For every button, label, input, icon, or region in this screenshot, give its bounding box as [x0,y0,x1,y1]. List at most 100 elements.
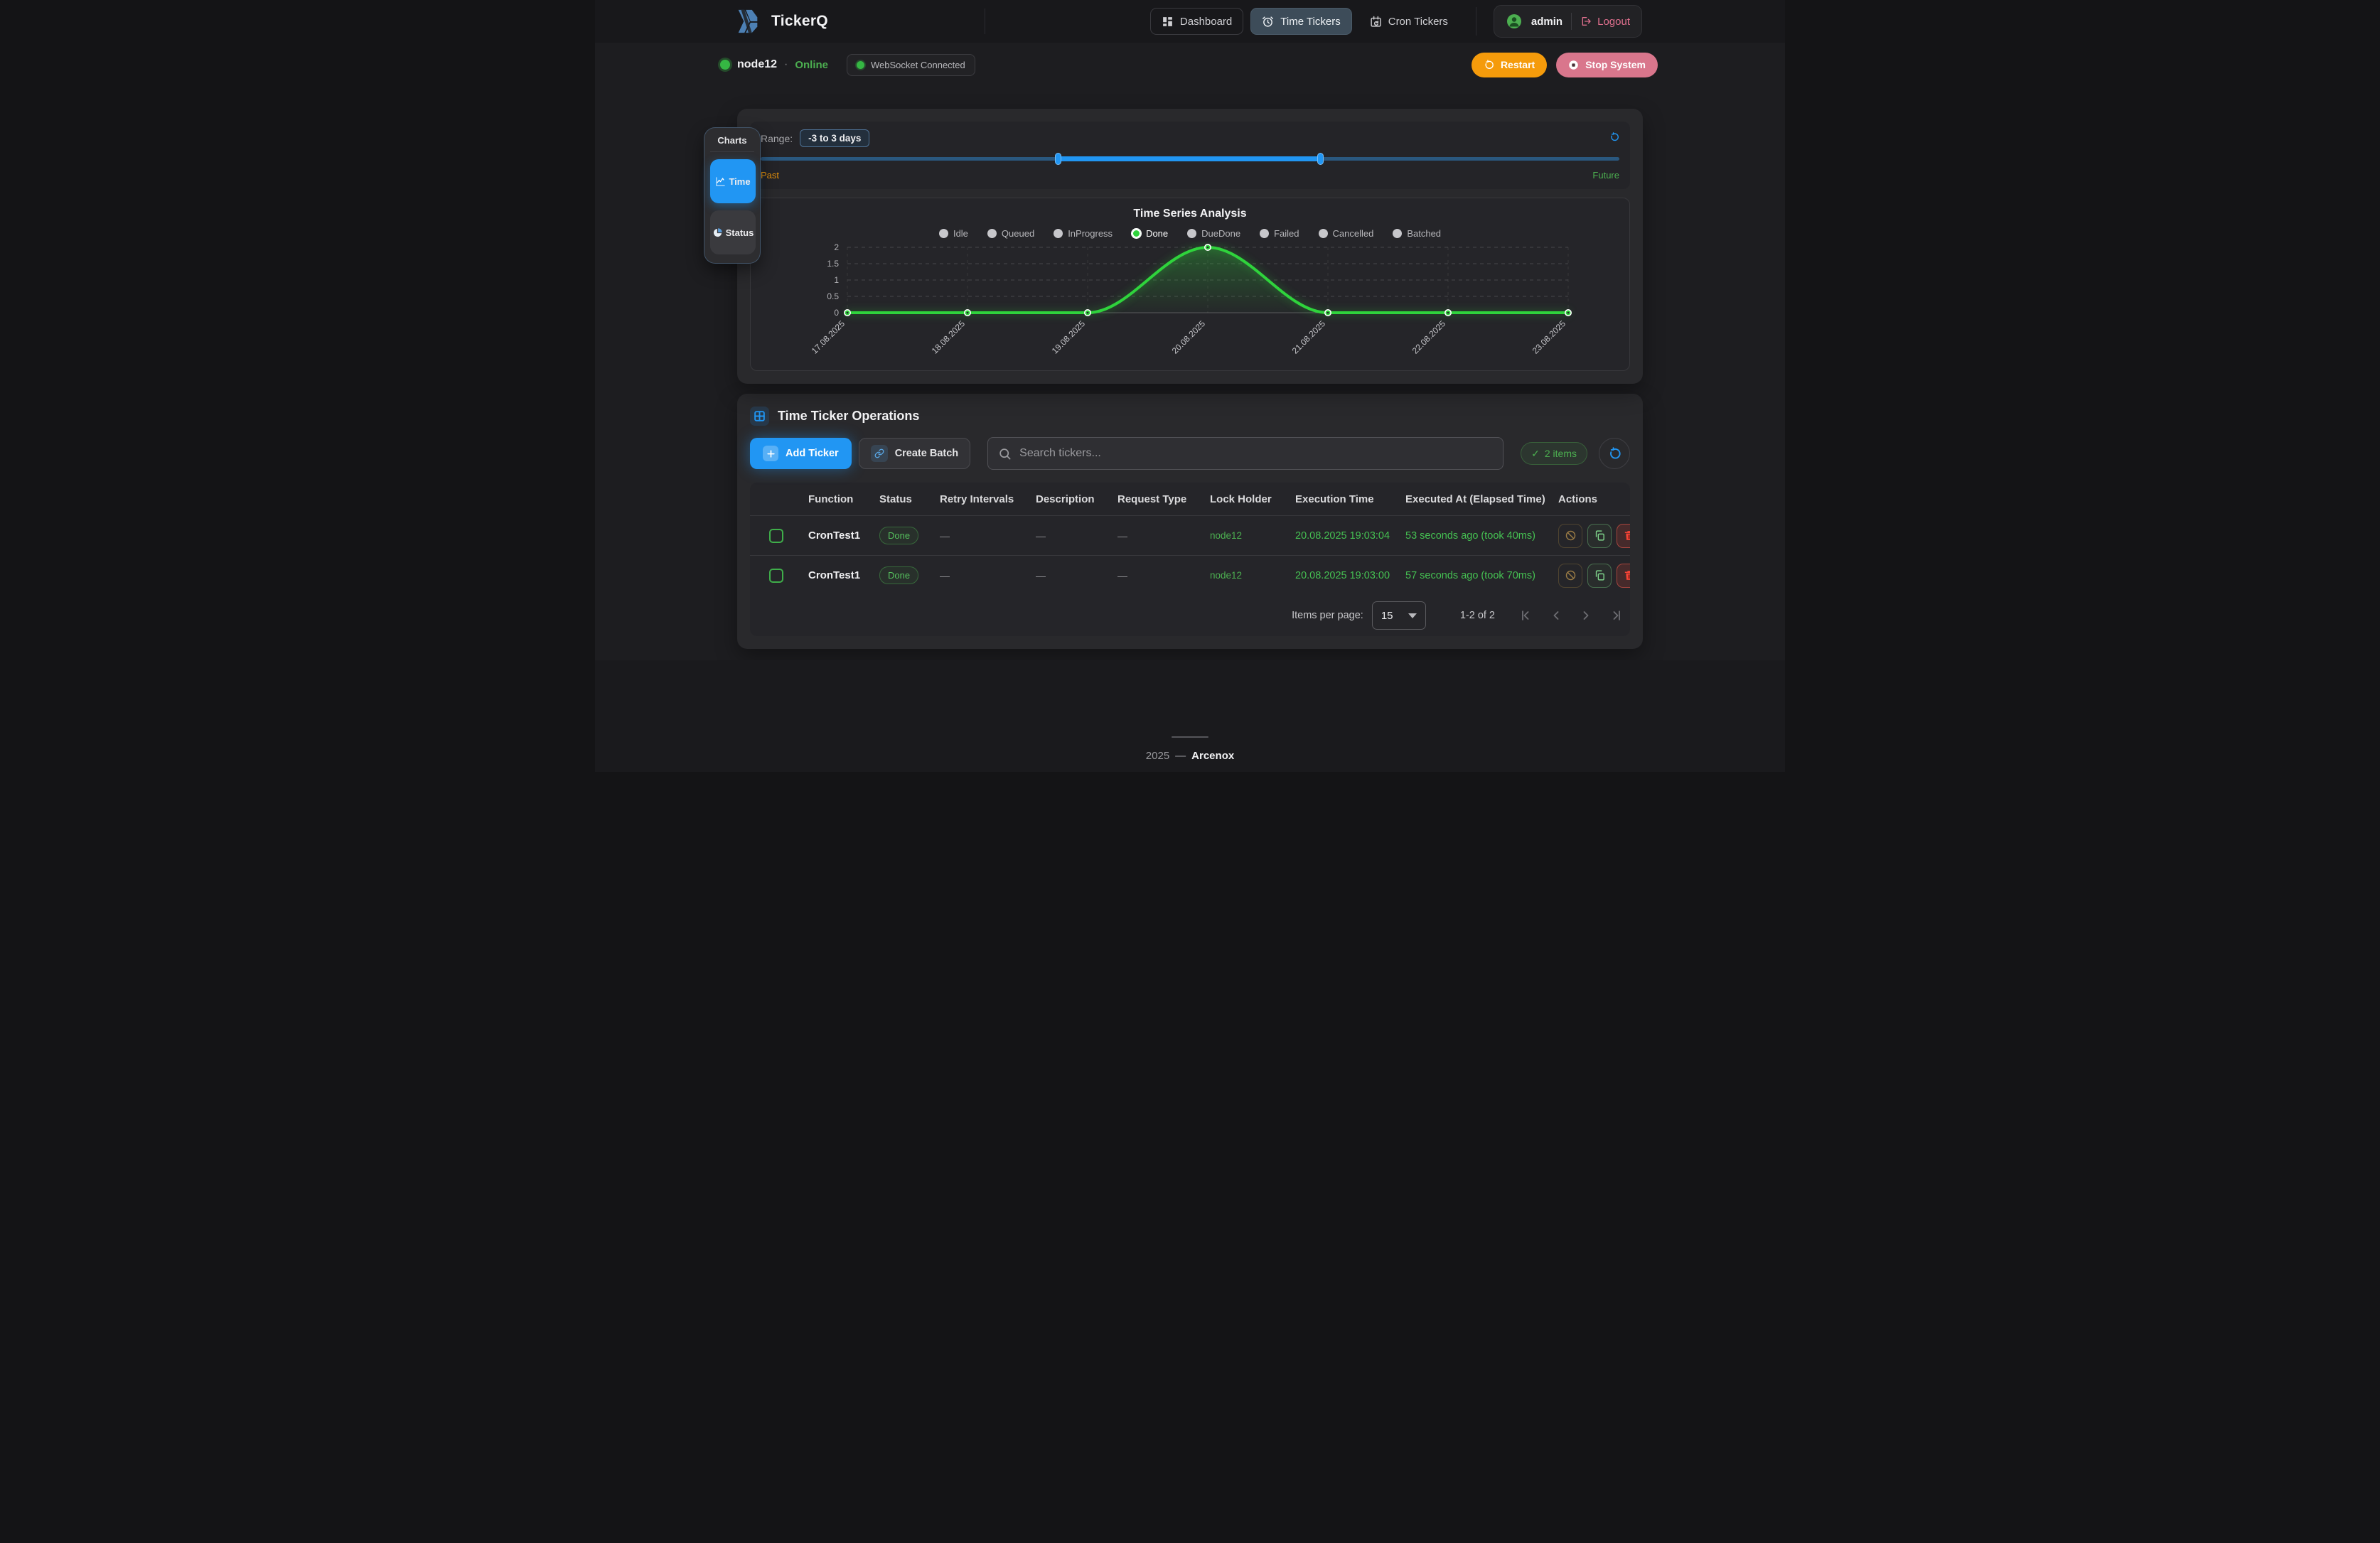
dashboard-icon [1162,16,1174,28]
search-box [987,437,1503,470]
delete-ticker-button[interactable] [1617,524,1630,548]
node-separator: · [784,58,788,71]
cell-executed-at: 57 seconds ago (took 70ms) [1397,570,1550,581]
header-function: Function [800,493,871,505]
header-executed-at: Executed At (Elapsed Time) [1397,493,1550,505]
svg-text:0.5: 0.5 [827,291,839,301]
header-status: Status [871,493,931,505]
alarm-clock-icon [1262,16,1274,28]
tickerq-logo-icon [734,8,761,35]
table-row: CronTest1 Done — — — node12 20.08.2025 1… [750,515,1630,555]
cancel-ticker-button[interactable] [1558,524,1582,548]
legend-item-inprogress[interactable]: InProgress [1054,228,1113,239]
add-ticker-button[interactable]: Add Ticker [750,438,852,469]
nav-dashboard[interactable]: Dashboard [1150,8,1243,35]
footer-text: 2025 — Arcenox [1146,750,1234,762]
user-avatar-icon [1506,13,1523,30]
app-title: TickerQ [771,13,828,30]
range-value-chip[interactable]: -3 to 3 days [800,129,869,147]
page-size-value: 15 [1381,610,1393,622]
page: TickerQ Dashboard Time T [595,0,1785,772]
legend-item-duedone[interactable]: DueDone [1187,228,1240,239]
delete-ticker-button[interactable] [1617,564,1630,588]
websocket-label: WebSocket Connected [871,60,965,70]
legend-item-batched[interactable]: Batched [1393,228,1441,239]
chevron-right-icon [1579,608,1593,623]
restart-button[interactable]: Restart [1472,53,1547,77]
operations-header: Time Ticker Operations [750,407,1630,426]
slider-selected-range[interactable] [1058,156,1321,161]
charts-sidebar: Charts Time Status [704,127,761,264]
logout-label: Logout [1597,16,1630,28]
chart-card: Charts Time Status [737,109,1643,384]
next-page-button[interactable] [1579,608,1593,623]
tickers-table: Function Status Retry Intervals Descript… [750,483,1630,636]
svg-text:0: 0 [834,308,839,318]
slider-handle-start[interactable] [1055,153,1061,165]
duplicate-ticker-button[interactable] [1587,564,1612,588]
legend-dot-icon [1054,229,1063,238]
refresh-table-button[interactable] [1599,438,1630,469]
header-retry-intervals: Retry Intervals [931,493,1027,505]
cell-lock-holder: node12 [1201,570,1287,581]
system-actions: Restart Stop System [1472,53,1658,77]
create-batch-button[interactable]: Create Batch [859,438,970,469]
page-footer: 2025 — Arcenox [595,660,1785,772]
legend-dot-icon [939,229,948,238]
svg-text:20.08.2025: 20.08.2025 [1170,318,1208,356]
nav-time-tickers[interactable]: Time Tickers [1250,8,1351,35]
page-size-select[interactable]: 15 [1372,601,1426,630]
first-page-button[interactable] [1519,608,1533,623]
footer-brand: Arcenox [1191,750,1234,762]
websocket-status-pill: WebSocket Connected [847,54,975,76]
cell-execution-time: 20.08.2025 19:03:04 [1287,530,1397,542]
logout-button[interactable]: Logout [1580,16,1630,28]
chevron-down-icon [1408,613,1417,618]
legend-dot-icon [1132,229,1141,238]
nav-cron-tickers[interactable]: Cron Tickers [1359,8,1459,35]
duplicate-ticker-button[interactable] [1587,524,1612,548]
chart-panel: Time Series Analysis Idle Queued InProgr… [750,198,1630,371]
link-icon [871,445,888,462]
legend-item-done[interactable]: Done [1132,228,1168,239]
prev-page-button[interactable] [1549,608,1563,623]
table-icon [750,407,769,426]
cancel-ticker-button[interactable] [1558,564,1582,588]
pagination: Items per page: 15 1-2 of 2 [750,595,1630,636]
chart-tab-time[interactable]: Time [710,159,756,203]
topbar: TickerQ Dashboard Time T [595,0,1785,43]
time-series-chart: 17.08.202518.08.202519.08.202520.08.2025… [762,242,1619,366]
legend-item-cancelled[interactable]: Cancelled [1319,228,1374,239]
legend-dot-icon [987,229,997,238]
time-range-slider[interactable] [761,151,1619,166]
row-checkbox[interactable] [769,529,783,543]
legend-item-failed[interactable]: Failed [1260,228,1299,239]
header-request-type: Request Type [1109,493,1201,505]
search-input[interactable] [1019,447,1493,460]
range-reset-button[interactable] [1609,132,1619,144]
header-execution-time: Execution Time [1287,493,1397,505]
restart-label: Restart [1501,59,1535,70]
ban-icon [1565,569,1577,581]
first-page-icon [1519,608,1533,623]
chart-tab-status[interactable]: Status [710,210,756,254]
legend-item-queued[interactable]: Queued [987,228,1034,239]
stop-system-button[interactable]: Stop System [1556,53,1658,77]
cell-description: — [1027,530,1109,542]
cell-description: — [1027,570,1109,581]
legend-item-idle[interactable]: Idle [939,228,968,239]
cell-execution-time: 20.08.2025 19:03:00 [1287,570,1397,581]
user-pill-divider [1571,13,1572,30]
header-description: Description [1027,493,1109,505]
topbar-nav: Dashboard Time Tickers Cron Tick [1150,5,1642,38]
copy-icon [1594,529,1606,542]
table-row: CronTest1 Done — — — node12 20.08.2025 1… [750,555,1630,595]
user-name: admin [1531,16,1562,28]
row-checkbox[interactable] [769,569,783,583]
node-status: node12 · Online WebSocket Connected [720,54,975,76]
slider-handle-end[interactable] [1317,153,1324,165]
cell-retry-intervals: — [931,570,1027,581]
last-page-button[interactable] [1609,608,1623,623]
cell-lock-holder: node12 [1201,530,1287,541]
cell-request-type: — [1109,570,1201,581]
